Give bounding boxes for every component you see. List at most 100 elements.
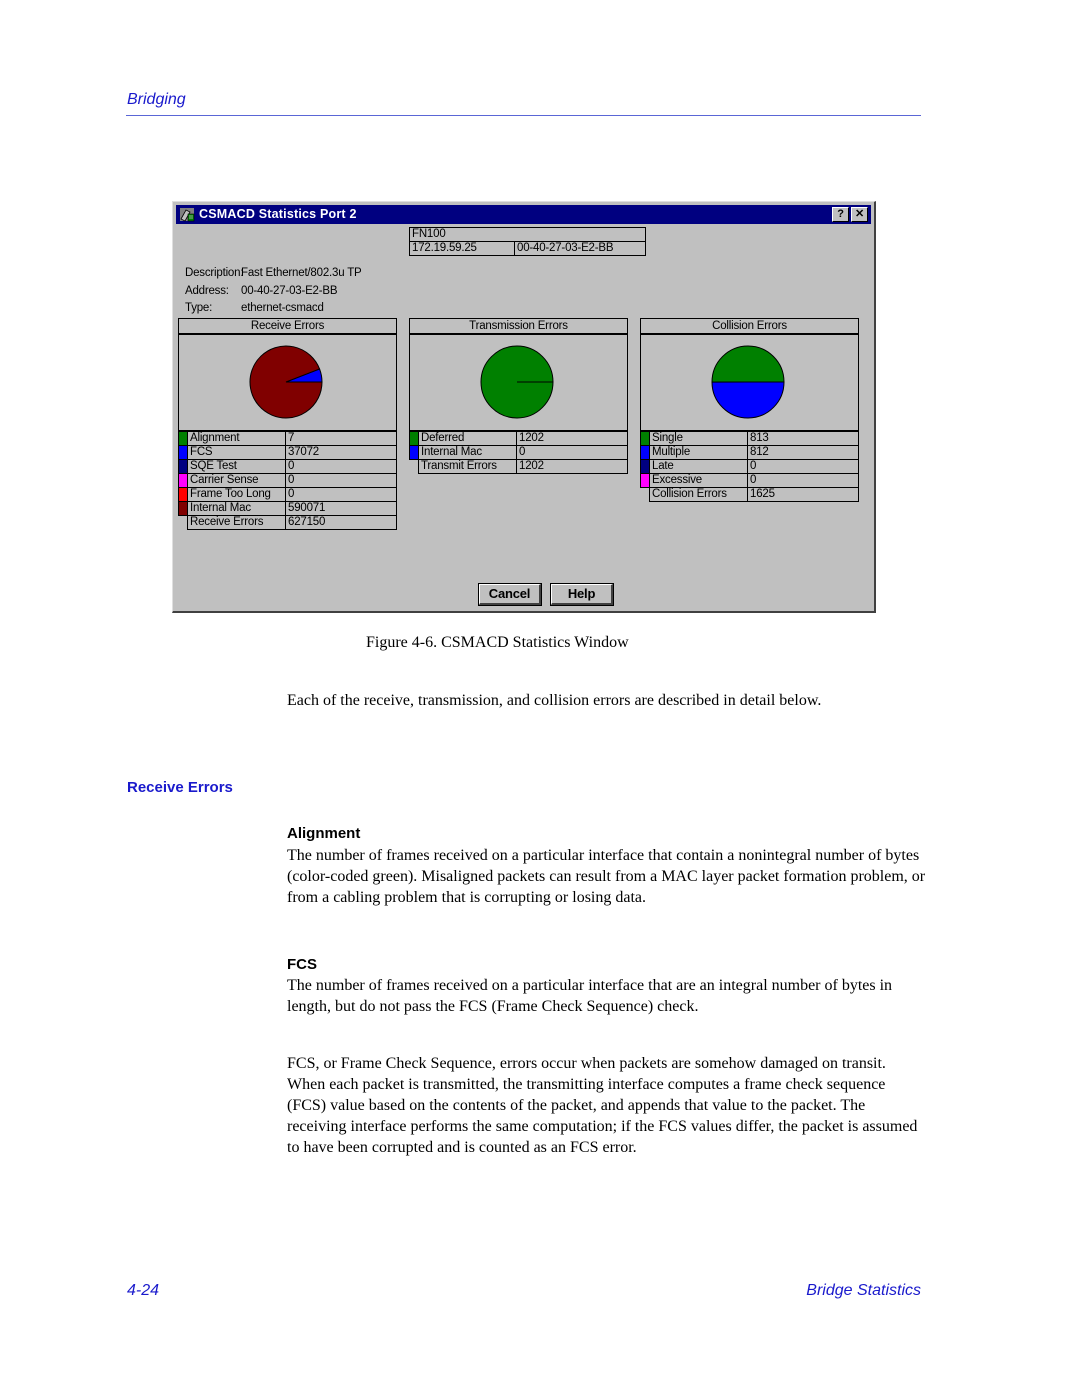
legend-label: Internal Mac [418, 445, 517, 460]
subsection-heading-fcs: FCS [287, 956, 317, 973]
legend-color-swatch [178, 473, 188, 488]
pie-slice-internal-mac [249, 345, 323, 419]
pie-area [640, 335, 859, 430]
device-mac: 00-40-27-03-E2-BB [514, 241, 646, 256]
legend-value: 0 [747, 473, 859, 488]
legend-color-swatch [640, 430, 650, 446]
stats-app-icon [180, 208, 195, 222]
legend-value: 0 [285, 459, 397, 474]
header-rule [126, 115, 921, 116]
legend-value: 0 [285, 487, 397, 502]
legend-label: Excessive [649, 473, 748, 488]
legend-color-swatch [178, 430, 188, 446]
legend-value: 0 [747, 459, 859, 474]
legend-row: Late 0 [640, 459, 859, 474]
alignment-paragraph: The number of frames received on a parti… [287, 847, 926, 906]
legend-label: Alignment [187, 430, 286, 446]
legend-value: 7 [285, 430, 397, 446]
info-row-address: Address: 00-40-27-03-E2-BB [185, 285, 338, 297]
legend-table: Deferred 1202 Internal Mac 0 Transmit Errors… [409, 430, 628, 474]
legend-total-label: Receive Errors [187, 515, 286, 530]
legend-color-swatch [640, 473, 650, 488]
legend-spacer [179, 516, 188, 530]
collision-errors-pie [711, 345, 785, 419]
legend-label: Late [649, 459, 748, 474]
legend-value: 812 [747, 445, 859, 460]
collision-errors-panel: Collision Errors Single 813 Multiple 812 Lat… [640, 318, 859, 502]
legend-color-swatch [640, 445, 650, 460]
legend-row: Internal Mac 590071 [178, 501, 397, 516]
close-icon: ✕ [854, 208, 865, 220]
help-button[interactable]: Help [550, 583, 614, 606]
legend-row: Carrier Sense 0 [178, 473, 397, 488]
close-button[interactable]: ✕ [851, 207, 868, 222]
legend-total-value: 1625 [747, 487, 859, 502]
panel-title: Collision Errors [640, 318, 859, 335]
legend-row: SQE Test 0 [178, 459, 397, 474]
legend-row: Internal Mac 0 [409, 445, 628, 460]
transmission-errors-panel: Transmission Errors Deferred 1202 Internal… [409, 318, 628, 474]
help-title-button[interactable]: ? [832, 207, 849, 222]
legend-value: 0 [285, 473, 397, 488]
legend-label: Internal Mac [187, 501, 286, 516]
panel-title: Receive Errors [178, 318, 397, 335]
intro-paragraph: Each of the receive, transmission, and c… [287, 692, 822, 709]
fcs-paragraph-2: FCS, or Frame Check Sequence, errors occ… [287, 1055, 918, 1156]
legend-label: Single [649, 430, 748, 446]
legend-total-value: 627150 [285, 515, 397, 530]
device-name: FN100 [409, 227, 646, 242]
legend-total-row: Receive Errors 627150 [179, 515, 397, 530]
legend-total-row: Collision Errors 1625 [641, 487, 859, 502]
panel-title: Transmission Errors [409, 318, 628, 335]
legend-row: Single 813 [640, 430, 859, 446]
cancel-button[interactable]: Cancel [478, 583, 542, 606]
legend-row: Multiple 812 [640, 445, 859, 460]
pie-area [409, 335, 628, 430]
legend-color-swatch [178, 501, 188, 516]
footer-section-title: Bridge Statistics [806, 1282, 921, 1299]
legend-label: SQE Test [187, 459, 286, 474]
legend-row: Deferred 1202 [409, 430, 628, 446]
legend-value: 590071 [285, 501, 397, 516]
device-ip: 172.19.59.25 [409, 241, 515, 256]
legend-label: Deferred [418, 430, 517, 446]
legend-spacer [410, 460, 419, 474]
legend-value: 37072 [285, 445, 397, 460]
legend-total-label: Transmit Errors [418, 459, 517, 474]
figure-caption: Figure 4-6. CSMACD Statistics Window [366, 634, 629, 651]
transmission-errors-pie [480, 345, 554, 419]
running-header: Bridging [127, 91, 186, 108]
legend-table: Alignment 7 FCS 37072 SQE Test 0 Carrier Sense… [178, 430, 397, 530]
legend-row: Frame Too Long 0 [178, 487, 397, 502]
section-heading: Receive Errors [127, 779, 233, 796]
question-icon: ? [837, 208, 844, 220]
info-row-description: Description:Fast Ethernet/802.3u TP [185, 267, 362, 279]
legend-row: Alignment 7 [178, 430, 397, 446]
info-row-type: Type: ethernet-csmacd [185, 302, 324, 314]
pie-slice-multiple [711, 381, 785, 419]
page-number: 4-24 [127, 1282, 160, 1299]
device-table: FN100 172.19.59.25 00-40-27-03-E2-BB [409, 227, 646, 256]
legend-label: Carrier Sense [187, 473, 286, 488]
legend-table: Single 813 Multiple 812 Late 0 Excessive 0 Colli… [640, 430, 859, 502]
legend-label: FCS [187, 445, 286, 460]
legend-value: 1202 [516, 430, 628, 446]
legend-color-swatch [178, 445, 188, 460]
legend-total-value: 1202 [516, 459, 628, 474]
window-title: CSMACD Statistics Port 2 [199, 207, 357, 221]
legend-value: 0 [516, 445, 628, 460]
legend-color-swatch [178, 487, 188, 502]
legend-value: 813 [747, 430, 859, 446]
legend-label: Frame Too Long [187, 487, 286, 502]
subsection-heading-alignment: Alignment [287, 825, 361, 842]
receive-errors-pie [249, 345, 323, 419]
pie-slice-single [711, 345, 785, 383]
pie-area [178, 335, 397, 430]
legend-total-label: Collision Errors [649, 487, 748, 502]
legend-row: Excessive 0 [640, 473, 859, 488]
legend-color-swatch [640, 459, 650, 474]
title-bar[interactable]: CSMACD Statistics Port 2 ? ✕ [176, 205, 871, 224]
legend-spacer [641, 488, 650, 502]
receive-errors-panel: Receive Errors Alignment 7 FCS 37072 SQE Tes… [178, 318, 397, 530]
csmacd-statistics-window: CSMACD Statistics Port 2 ? ✕ FN100 172.1… [172, 201, 876, 613]
